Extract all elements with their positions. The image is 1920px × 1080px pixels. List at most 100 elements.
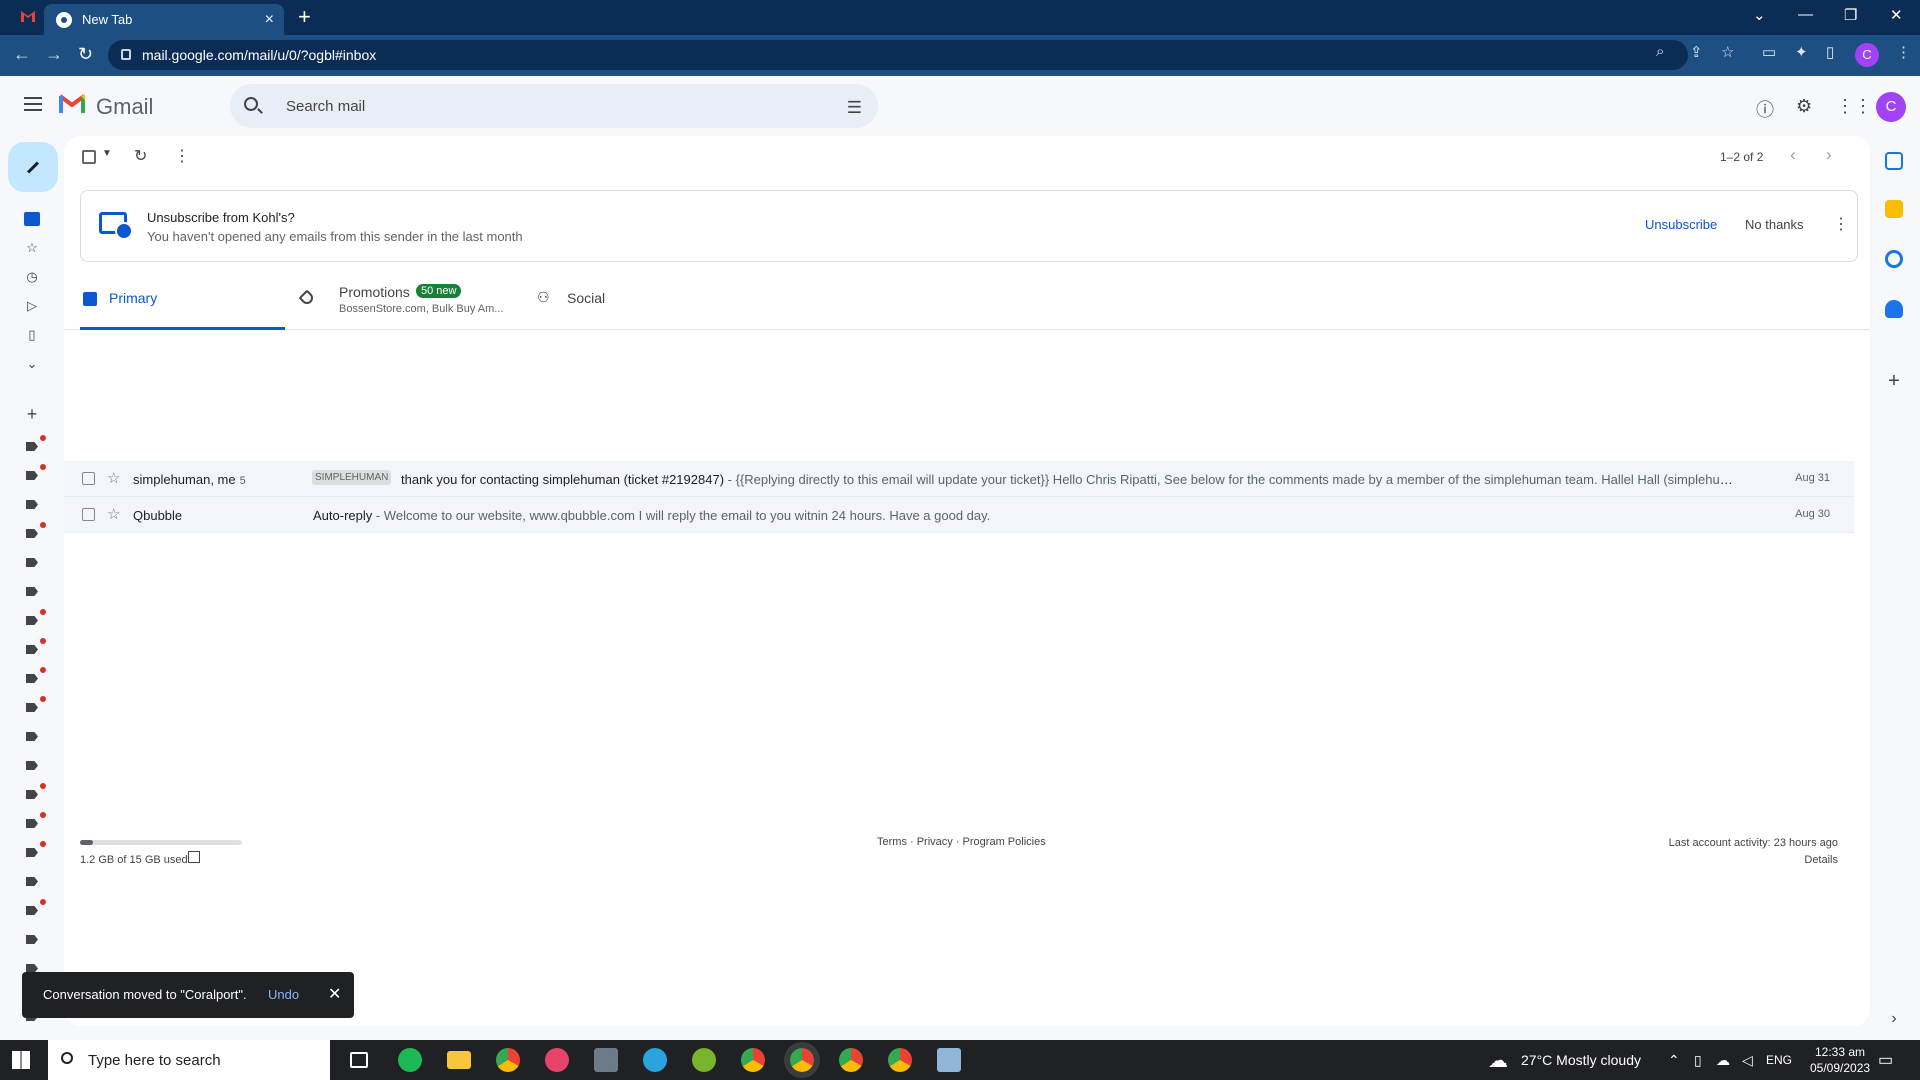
label-icon[interactable] — [26, 819, 38, 828]
manage-storage-icon[interactable] — [188, 851, 200, 863]
apps-grid-icon[interactable]: ⋮⋮ — [1836, 96, 1872, 117]
account-avatar[interactable]: C — [1876, 92, 1906, 122]
starred-icon[interactable]: ☆ — [24, 240, 40, 255]
telegram-icon[interactable] — [643, 1048, 667, 1072]
language-indicator[interactable]: ENG — [1766, 1053, 1792, 1067]
browser-menu-icon[interactable]: ⋮ — [1896, 43, 1911, 61]
tab-search-icon[interactable]: ⌄ — [1753, 6, 1766, 24]
label-icon[interactable] — [26, 935, 38, 944]
chrome-profile-icon[interactable] — [839, 1048, 863, 1072]
inbox-icon[interactable] — [24, 212, 40, 226]
share-icon[interactable]: ⇪ — [1690, 43, 1703, 61]
show-side-panel-icon[interactable]: › — [1885, 1010, 1903, 1028]
tasks-icon[interactable] — [1885, 250, 1903, 268]
search-bar[interactable]: Search mail ☰ — [230, 84, 878, 128]
snoozed-icon[interactable]: ◷ — [24, 269, 40, 284]
photo-app-icon[interactable] — [545, 1048, 569, 1072]
label-icon[interactable] — [26, 645, 38, 654]
utorrent-icon[interactable] — [692, 1048, 716, 1072]
sent-icon[interactable]: ▷ — [24, 298, 40, 313]
restore-icon[interactable]: ❐ — [1844, 6, 1857, 24]
browser-tab-new-tab[interactable]: New Tab × — [44, 4, 284, 35]
newer-page-icon[interactable]: ‹ — [1790, 145, 1796, 165]
search-icon[interactable] — [244, 97, 258, 111]
bookmark-star-icon[interactable]: ☆ — [1721, 43, 1734, 61]
tray-overflow-icon[interactable]: ⌃ — [1668, 1052, 1680, 1069]
close-window-icon[interactable]: ✕ — [1890, 6, 1903, 24]
label-icon[interactable] — [26, 848, 38, 857]
label-icon[interactable] — [26, 761, 38, 770]
contacts-icon[interactable] — [1885, 300, 1903, 318]
spotify-icon[interactable] — [398, 1048, 422, 1072]
gmail-tab-icon[interactable] — [20, 9, 36, 23]
extensions-puzzle-icon[interactable]: ✦ — [1795, 43, 1808, 61]
side-panel-icon[interactable]: ▯ — [1826, 43, 1834, 61]
tab-promotions[interactable]: Promotions 50 new BossenStore.com, Bulk … — [285, 270, 525, 330]
drafts-icon[interactable]: ▯ — [24, 327, 40, 342]
label-icon[interactable] — [26, 906, 38, 915]
label-icon[interactable] — [26, 529, 38, 538]
search-options-icon[interactable]: ☰ — [847, 98, 862, 118]
create-label-icon[interactable]: + — [24, 404, 40, 424]
select-all-checkbox[interactable] — [82, 150, 96, 164]
extension-off-icon[interactable]: ▭ — [1762, 43, 1776, 61]
address-bar[interactable]: mail.google.com/mail/u/0/?ogbl#inbox — [108, 40, 1688, 70]
chrome-profile-active-icon[interactable] — [784, 1042, 820, 1078]
label-icon[interactable] — [26, 442, 38, 451]
label-icon[interactable] — [26, 703, 38, 712]
battery-icon[interactable]: ▯ — [1694, 1052, 1702, 1069]
settings-gear-icon[interactable]: ⚙ — [1796, 96, 1812, 117]
label-icon[interactable] — [26, 471, 38, 480]
chrome-icon[interactable] — [496, 1048, 520, 1072]
lock-icon[interactable] — [121, 49, 131, 60]
refresh-icon[interactable]: ↻ — [134, 146, 147, 166]
label-icon[interactable] — [26, 558, 38, 567]
chrome-profile-icon[interactable] — [741, 1048, 765, 1072]
undo-button[interactable]: Undo — [268, 987, 299, 1002]
chrome-profile-icon[interactable] — [888, 1048, 912, 1072]
no-thanks-button[interactable]: No thanks — [1745, 217, 1804, 232]
taskbar-search-input[interactable]: Type here to search — [88, 1052, 221, 1069]
get-addons-icon[interactable]: + — [1885, 371, 1903, 391]
tab-primary[interactable]: Primary — [80, 270, 285, 330]
help-icon[interactable]: ⓘ — [1756, 96, 1774, 122]
notepad-icon[interactable] — [937, 1048, 961, 1072]
label-icon[interactable] — [26, 587, 38, 596]
back-icon[interactable]: ← — [13, 44, 31, 65]
email-row[interactable]: ☆ Qbubble Auto-reply - Welcome to our we… — [64, 497, 1854, 533]
weather-text[interactable]: 27°C Mostly cloudy — [1521, 1052, 1641, 1068]
more-chevron-icon[interactable]: ⌄ — [24, 356, 40, 371]
star-icon[interactable]: ☆ — [107, 505, 120, 523]
banner-more-icon[interactable]: ⋮ — [1833, 214, 1849, 234]
weather-cloud-icon[interactable]: ☁ — [1488, 1048, 1508, 1073]
close-icon[interactable]: ✕ — [328, 984, 341, 1004]
row-checkbox[interactable] — [82, 508, 95, 521]
tab-social[interactable]: ⚇ Social — [525, 270, 745, 330]
label-icon[interactable] — [26, 674, 38, 683]
taskbar-search-box[interactable]: Type here to search — [48, 1040, 330, 1080]
footer-links[interactable]: Terms · Privacy · Program Policies — [877, 836, 1046, 848]
label-icon[interactable] — [26, 616, 38, 625]
activity-details-link[interactable]: Details — [1669, 852, 1838, 869]
close-tab-icon[interactable]: × — [265, 11, 274, 29]
label-icon[interactable] — [26, 790, 38, 799]
email-row[interactable]: ☆ simplehuman, me 5 SIMPLEHUMAN thank you… — [64, 461, 1854, 497]
browser-profile-avatar[interactable]: C — [1855, 43, 1879, 67]
select-menu-chevron-icon[interactable]: ▼ — [102, 148, 112, 159]
older-page-icon[interactable]: › — [1826, 145, 1832, 165]
minimize-icon[interactable]: — — [1798, 6, 1813, 23]
compose-button[interactable] — [8, 142, 58, 192]
star-icon[interactable]: ☆ — [107, 469, 120, 487]
clock[interactable]: 12:33 am 05/09/2023 — [1810, 1044, 1870, 1076]
more-options-icon[interactable]: ⋮ — [174, 146, 190, 166]
calculator-icon[interactable] — [594, 1048, 618, 1072]
page-count[interactable]: 1–2 of 2 — [1720, 150, 1763, 164]
search-input[interactable]: Search mail — [286, 98, 365, 115]
calendar-icon[interactable] — [1885, 152, 1903, 170]
file-explorer-icon[interactable] — [447, 1051, 471, 1069]
gmail-logo-icon[interactable] — [58, 92, 86, 114]
label-icon[interactable] — [26, 732, 38, 741]
notifications-icon[interactable]: ▭ — [1878, 1050, 1893, 1070]
unsubscribe-button[interactable]: Unsubscribe — [1645, 217, 1717, 232]
label-icon[interactable] — [26, 500, 38, 509]
